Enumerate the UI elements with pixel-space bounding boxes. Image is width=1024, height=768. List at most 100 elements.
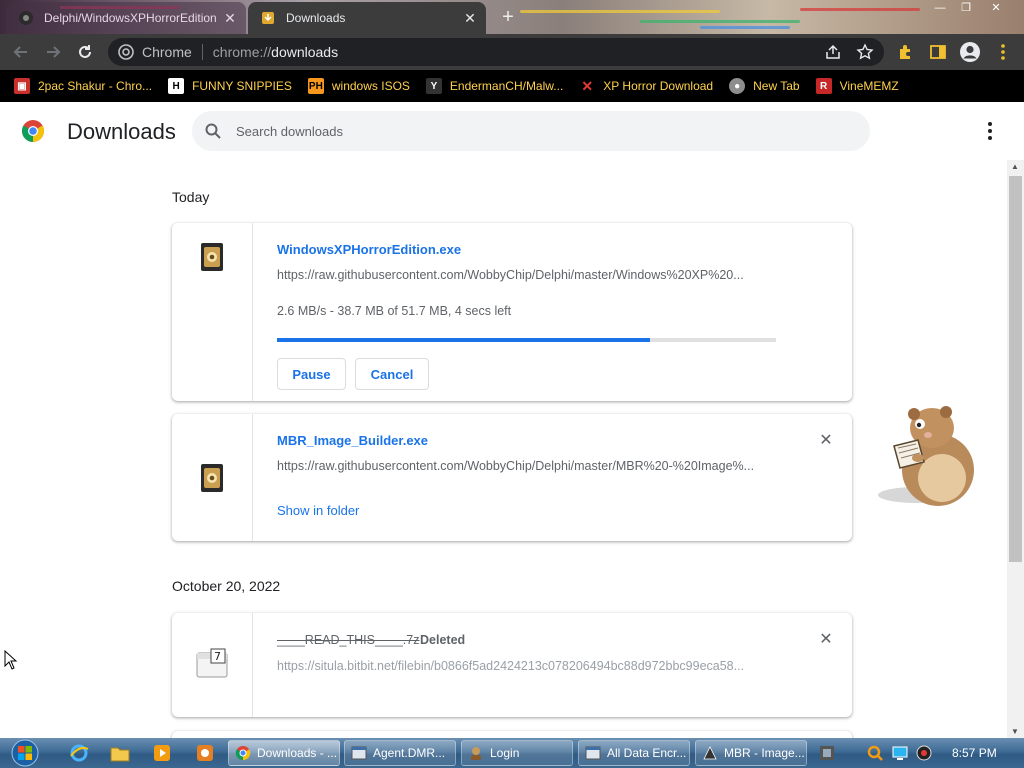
side-panel-icon	[930, 45, 946, 59]
source-url[interactable]: https://raw.githubusercontent.com/WobbyC…	[277, 459, 777, 473]
taskbar-clock[interactable]: 8:57 PM	[952, 746, 997, 760]
download-progress-fill	[277, 338, 651, 342]
chrome-chip-icon	[118, 44, 134, 60]
more-vertical-icon	[1001, 44, 1005, 60]
page-scrollbar[interactable]: ▲ ▼	[1007, 160, 1024, 738]
date-heading: Today	[172, 189, 210, 205]
tray-search-icon[interactable]	[866, 744, 884, 762]
internet-explorer-icon	[70, 744, 89, 762]
bookmark-label: 2pac Shakur - Chro...	[38, 79, 153, 93]
address-bar[interactable]: Chrome chrome://downloads	[108, 38, 884, 66]
arrow-right-icon	[47, 46, 61, 58]
maximize-icon[interactable]: ❐	[954, 0, 978, 16]
url-scheme: chrome://	[212, 44, 272, 60]
bookmark-label: New Tab	[753, 79, 800, 93]
tray-app-icon[interactable]	[818, 744, 836, 762]
cancel-button[interactable]: Cancel	[355, 358, 429, 390]
window-icon	[585, 746, 601, 760]
ie-quicklaunch[interactable]	[68, 742, 90, 764]
bookmark-label: windows ISOS	[331, 79, 410, 93]
puzzle-icon	[900, 45, 910, 59]
bookmark-label: FUNNY SNIPPIES	[192, 79, 292, 93]
browser-menu-button[interactable]	[990, 39, 1016, 65]
file-icon-column	[172, 414, 253, 541]
remove-item-icon[interactable]: ✕	[817, 431, 835, 449]
reload-button[interactable]	[72, 39, 98, 65]
media-player-quicklaunch[interactable]	[151, 742, 173, 764]
remove-item-icon[interactable]: ✕	[817, 630, 835, 648]
file-name-link[interactable]: MBR_Image_Builder.exe	[277, 433, 428, 448]
bookmark-favicon-r-icon: R	[815, 78, 832, 94]
arrow-left-icon	[13, 46, 27, 58]
wallpaper-streak	[520, 10, 720, 13]
back-button[interactable]	[8, 39, 34, 65]
chrome-chip-label: Chrome	[142, 44, 192, 60]
extensions-button[interactable]	[893, 39, 919, 65]
reload-icon	[79, 45, 91, 58]
bookmark-item[interactable]: Y EndermanCH/Malw...	[425, 78, 564, 94]
taskbar-item-mbr[interactable]: MBR - Image...	[695, 740, 807, 766]
star-icon[interactable]	[856, 43, 874, 61]
source-url[interactable]: https://raw.githubusercontent.com/WobbyC…	[277, 268, 777, 282]
forward-button[interactable]	[40, 39, 66, 65]
bookmark-favicon-yp-icon: Y	[425, 78, 442, 94]
svg-text:7: 7	[214, 650, 221, 663]
file-icon-column: 7	[172, 613, 253, 717]
bookmark-item[interactable]: H FUNNY SNIPPIES	[168, 78, 292, 94]
file-icon-column	[172, 223, 253, 401]
task-label: Login	[490, 746, 520, 760]
date-heading: October 20, 2022	[172, 578, 281, 594]
profile-button[interactable]	[957, 39, 983, 65]
tab-downloads[interactable]: Downloads ✕	[248, 2, 486, 34]
login-icon	[471, 747, 481, 760]
new-tab-button[interactable]: +	[497, 6, 519, 28]
bookmark-favicon-tupac-icon: ▣	[14, 78, 30, 94]
downloads-menu-button[interactable]	[980, 121, 1000, 141]
show-in-folder-link[interactable]: Show in folder	[277, 503, 359, 518]
pause-button[interactable]: Pause	[277, 358, 346, 390]
chrome-icon	[235, 746, 251, 761]
share-icon[interactable]	[824, 43, 842, 61]
close-window-icon[interactable]: ✕	[984, 0, 1008, 16]
github-icon	[19, 11, 33, 25]
taskbar-item-login[interactable]: Login	[461, 740, 573, 766]
bookmark-item[interactable]: ▣ 2pac Shakur - Chro...	[14, 78, 152, 94]
download-item: 7 ____READ_THIS____.7z Deleted ✕ https:/…	[172, 613, 852, 717]
taskbar-item-downloads[interactable]: Downloads - ...	[228, 740, 340, 766]
start-button[interactable]	[6, 738, 44, 768]
close-tab-icon[interactable]: ✕	[462, 10, 478, 26]
exe-file-icon	[201, 243, 223, 271]
media-player-icon	[154, 745, 170, 761]
wallpaper-streak	[640, 20, 800, 23]
taskbar-item-agent[interactable]: Agent.DMR...	[344, 740, 456, 766]
explorer-quicklaunch[interactable]	[109, 742, 131, 764]
download-item: MBR_Image_Builder.exe ✕ https://raw.gith…	[172, 414, 852, 541]
close-tab-icon[interactable]: ✕	[222, 10, 238, 26]
source-url[interactable]: https://situla.bitbit.net/filebin/b0866f…	[277, 659, 777, 673]
bookmark-item[interactable]: ● New Tab	[729, 78, 800, 94]
file-name-link[interactable]: WindowsXPHorrorEdition.exe	[277, 242, 461, 257]
task-label: MBR - Image...	[724, 746, 805, 760]
tab-title: Downloads	[286, 11, 346, 25]
bookmark-label: EndermanCH/Malw...	[449, 79, 564, 93]
search-box[interactable]	[192, 111, 870, 151]
minimize-icon[interactable]: —	[928, 0, 952, 16]
folder-icon	[110, 747, 130, 762]
scrollbar-thumb[interactable]	[1009, 176, 1022, 562]
bookmark-item[interactable]: PH windows ISOS	[307, 78, 410, 94]
scroll-up-icon[interactable]: ▲	[1011, 162, 1019, 171]
tray-monitor-icon[interactable]	[891, 744, 909, 762]
avatar-icon	[960, 42, 980, 62]
bookmark-item[interactable]: R VineMEMZ	[815, 78, 899, 94]
tray-record-icon[interactable]	[915, 744, 933, 762]
windows-taskbar: Downloads - ... Agent.DMR... Login All D…	[0, 738, 1024, 768]
app-quicklaunch[interactable]	[194, 742, 216, 764]
scroll-down-icon[interactable]: ▼	[1011, 727, 1019, 736]
bookmark-label: VineMEMZ	[839, 79, 899, 93]
tab-delphi[interactable]: Delphi/WindowsXPHorrorEdition ✕	[6, 2, 246, 34]
taskbar-item-all-data[interactable]: All Data Encr...	[578, 740, 690, 766]
bookmark-item[interactable]: ✕ XP Horror Download	[579, 78, 713, 94]
bookmark-favicon-ph-icon: PH	[307, 78, 324, 94]
search-input[interactable]	[236, 123, 796, 139]
side-panel-button[interactable]	[925, 39, 951, 65]
